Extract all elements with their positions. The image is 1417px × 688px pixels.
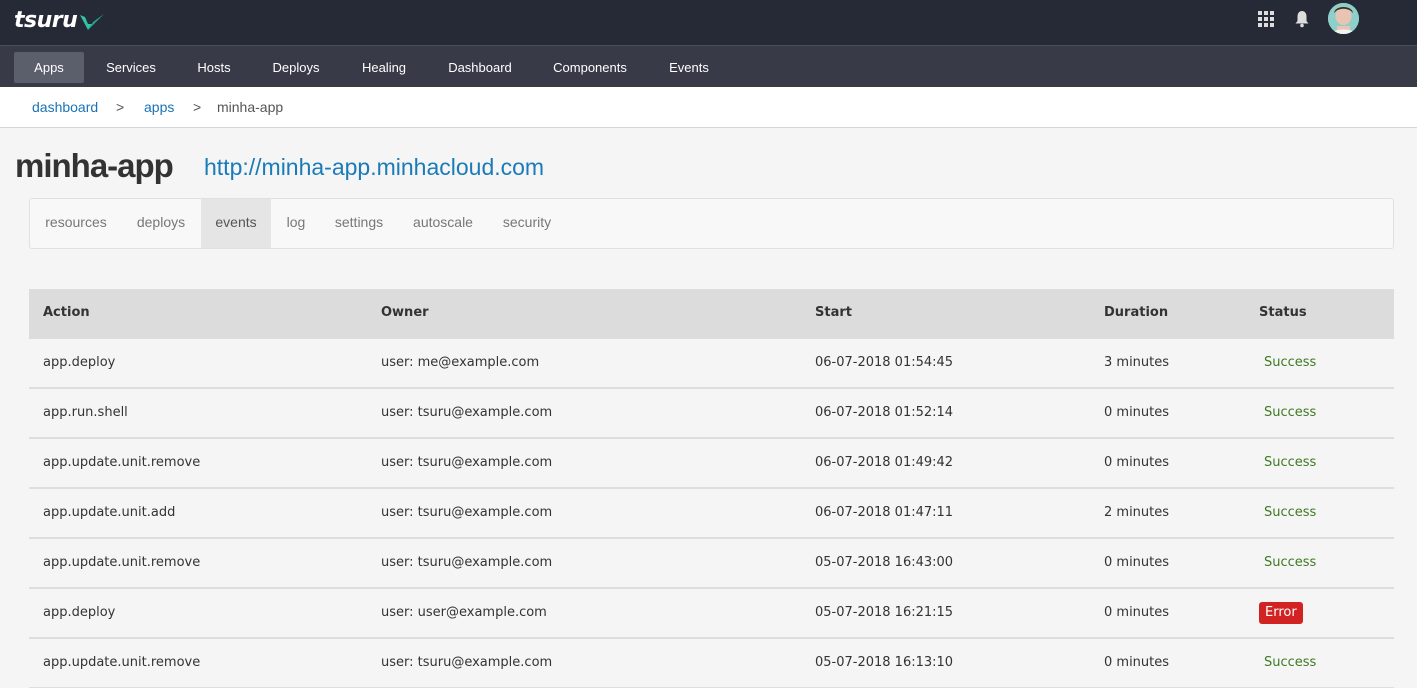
nav-item-deploys[interactable]: Deploys [260, 52, 332, 83]
table-row[interactable]: app.deploy user: me@example.com 06-07-20… [29, 339, 1394, 389]
table-row[interactable]: app.update.unit.remove user: tsuru@examp… [29, 539, 1394, 589]
cell-action: app.update.unit.add [43, 505, 176, 520]
cell-action: app.deploy [43, 355, 116, 370]
cell-duration: 0 minutes [1104, 455, 1170, 470]
breadcrumb: dashboard > apps > minha-app [0, 87, 1417, 128]
nav-item-dashboard[interactable]: Dashboard [436, 52, 524, 83]
cell-action: app.run.shell [43, 405, 128, 420]
cell-owner: user: me@example.com [381, 355, 540, 370]
logo-mark-icon [80, 14, 105, 30]
top-bar: tsuru [0, 0, 1417, 45]
nav-item-healing[interactable]: Healing [348, 52, 420, 83]
cell-owner: user: tsuru@example.com [381, 655, 553, 670]
apps-grid-icon[interactable] [1258, 11, 1276, 29]
column-header-action: Action [43, 305, 90, 320]
cell-duration: 2 minutes [1104, 505, 1170, 520]
cell-duration: 0 minutes [1104, 655, 1170, 670]
breadcrumb-dashboard[interactable]: dashboard [32, 98, 98, 116]
app-tabs: resources deploys events log settings au… [29, 198, 1394, 249]
cell-start: 06-07-2018 01:52:14 [815, 405, 954, 420]
cell-duration: 3 minutes [1104, 355, 1170, 370]
nav-item-apps[interactable]: Apps [14, 52, 84, 83]
cell-action: app.update.unit.remove [43, 655, 201, 670]
cell-start: 05-07-2018 16:43:00 [815, 555, 954, 570]
tab-autoscale[interactable]: autoscale [400, 199, 486, 248]
app-url-link[interactable]: http://minha-app.minhacloud.com [204, 153, 544, 181]
status-badge: Success [1264, 505, 1317, 520]
column-header-owner: Owner [381, 305, 429, 320]
cell-action: app.deploy [43, 605, 116, 620]
cell-action: app.update.unit.remove [43, 555, 201, 570]
nav-item-components[interactable]: Components [542, 52, 638, 83]
cell-start: 06-07-2018 01:49:42 [815, 455, 954, 470]
tab-security[interactable]: security [490, 199, 564, 248]
nav-item-services[interactable]: Services [92, 52, 170, 83]
table-row[interactable]: app.deploy user: user@example.com 05-07-… [29, 589, 1394, 639]
column-header-status: Status [1259, 305, 1307, 320]
tab-settings[interactable]: settings [322, 199, 396, 248]
bell-icon[interactable] [1294, 10, 1310, 28]
table-row[interactable]: app.update.unit.remove user: tsuru@examp… [29, 639, 1394, 688]
tsuru-logo[interactable]: tsuru [14, 8, 105, 34]
breadcrumb-separator: > [116, 99, 125, 115]
column-header-start: Start [815, 305, 852, 320]
status-badge: Success [1264, 455, 1317, 470]
avatar[interactable] [1328, 3, 1359, 34]
cell-owner: user: tsuru@example.com [381, 405, 553, 420]
tab-events[interactable]: events [201, 199, 271, 248]
tab-log[interactable]: log [274, 199, 318, 248]
cell-owner: user: tsuru@example.com [381, 455, 553, 470]
table-row[interactable]: app.update.unit.add user: tsuru@example.… [29, 489, 1394, 539]
cell-duration: 0 minutes [1104, 555, 1170, 570]
table-row[interactable]: app.update.unit.remove user: tsuru@examp… [29, 439, 1394, 489]
cell-start: 06-07-2018 01:47:11 [815, 505, 954, 520]
breadcrumb-current: minha-app [217, 99, 284, 115]
status-badge: Success [1264, 355, 1317, 370]
status-badge: Error [1259, 602, 1303, 624]
cell-duration: 0 minutes [1104, 605, 1170, 620]
table-header: Action Owner Start Duration Status [29, 289, 1394, 339]
tab-resources[interactable]: resources [32, 199, 120, 248]
logo-text: tsuru [14, 8, 78, 33]
tab-deploys[interactable]: deploys [124, 199, 198, 248]
cell-action: app.update.unit.remove [43, 455, 201, 470]
page-title: minha-app [15, 147, 174, 184]
cell-owner: user: tsuru@example.com [381, 505, 553, 520]
status-badge: Success [1264, 655, 1317, 670]
nav-item-events[interactable]: Events [656, 52, 722, 83]
breadcrumb-apps[interactable]: apps [144, 98, 174, 116]
column-header-duration: Duration [1104, 305, 1169, 320]
main-nav: Apps Services Hosts Deploys Healing Dash… [0, 45, 1417, 87]
avatar-image [1328, 3, 1359, 34]
cell-start: 05-07-2018 16:21:15 [815, 605, 954, 620]
cell-start: 06-07-2018 01:54:45 [815, 355, 954, 370]
nav-item-hosts[interactable]: Hosts [182, 52, 246, 83]
cell-owner: user: tsuru@example.com [381, 555, 553, 570]
table-row[interactable]: app.run.shell user: tsuru@example.com 06… [29, 389, 1394, 439]
status-badge: Success [1264, 555, 1317, 570]
breadcrumb-separator: > [193, 99, 202, 115]
cell-duration: 0 minutes [1104, 405, 1170, 420]
cell-start: 05-07-2018 16:13:10 [815, 655, 954, 670]
status-badge: Success [1264, 405, 1317, 420]
cell-owner: user: user@example.com [381, 605, 547, 620]
events-table: Action Owner Start Duration Status app.d… [29, 289, 1394, 688]
